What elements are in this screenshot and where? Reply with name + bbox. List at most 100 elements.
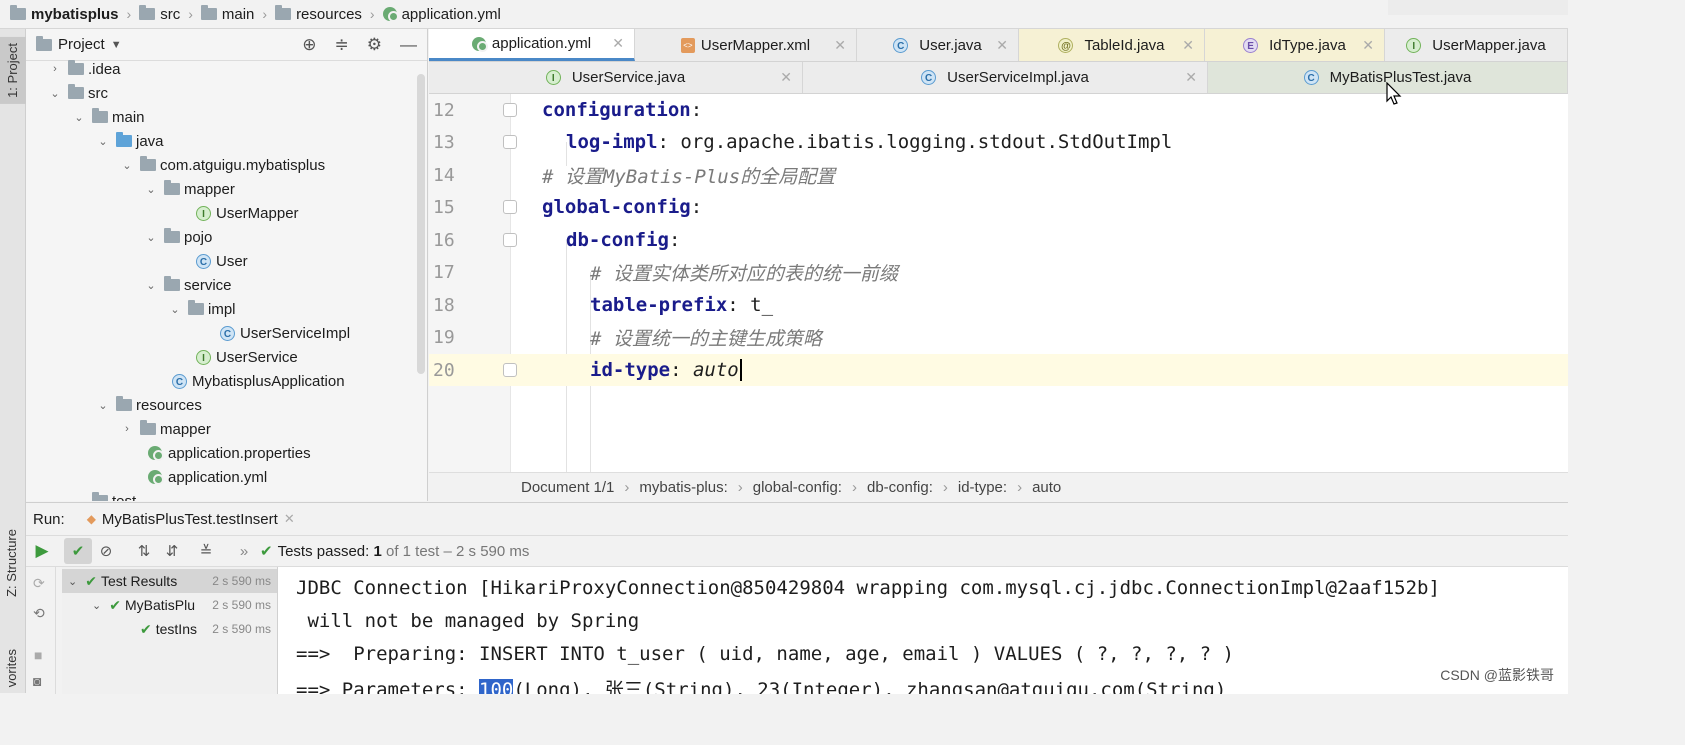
tab-userservice-java[interactable]: I UserService.java ✕ xyxy=(429,62,803,93)
minimize-icon[interactable]: — xyxy=(400,35,417,55)
expand-all-icon[interactable]: ≚ xyxy=(192,538,220,564)
breadcrumb-auto[interactable]: auto xyxy=(1032,479,1061,496)
chevron-down-icon[interactable]: ⌄ xyxy=(92,599,101,612)
tab-idtype-java[interactable]: E IdType.java ✕ xyxy=(1205,29,1385,61)
tree-node-main[interactable]: ⌄ main xyxy=(72,105,145,129)
nav-crumb-file[interactable]: application.yml xyxy=(382,6,501,23)
breadcrumb-document[interactable]: Document 1/1 xyxy=(521,479,614,496)
code-line: 16 db-config: xyxy=(433,229,681,251)
close-icon[interactable]: ✕ xyxy=(780,69,792,86)
run-config-tab[interactable]: ◆ MyBatisPlusTest.testInsert ✕ xyxy=(87,511,295,528)
camera-icon[interactable]: ◙ xyxy=(33,673,41,689)
tree-node-userservice[interactable]: I UserService xyxy=(196,345,298,369)
tree-node-user[interactable]: C User xyxy=(196,249,248,273)
rerun-failed-icon[interactable]: ⟳ xyxy=(33,575,45,592)
chevron-down-icon[interactable]: ⌄ xyxy=(144,231,158,244)
fold-marker-icon[interactable] xyxy=(503,200,517,214)
collapse-all-icon[interactable]: ≑ xyxy=(335,35,349,55)
breadcrumb-id-type[interactable]: id-type: xyxy=(958,479,1007,496)
tree-node-package[interactable]: ⌄ com.atguigu.mybatisplus xyxy=(120,153,325,177)
chevron-down-icon[interactable]: ⌄ xyxy=(72,495,86,502)
tab-user-java[interactable]: C User.java ✕ xyxy=(857,29,1019,61)
chevron-down-icon[interactable]: ▼ xyxy=(111,39,122,51)
project-scrollbar[interactable] xyxy=(417,74,425,374)
breadcrumb-mybatis-plus[interactable]: mybatis-plus: xyxy=(639,479,727,496)
code-editor[interactable]: 12 configuration: 13 log-impl: org.apach… xyxy=(429,94,1568,472)
sort-alphabetically-icon[interactable]: ⇅ xyxy=(130,538,158,564)
nav-crumb-main[interactable]: main xyxy=(200,5,254,23)
tree-node-application-yml[interactable]: application.yml xyxy=(148,465,267,489)
tab-tableid-java[interactable]: @ TableId.java ✕ xyxy=(1019,29,1205,61)
toggle-auto-test-icon[interactable]: ⟲ xyxy=(33,605,45,622)
more-icon[interactable]: » xyxy=(230,538,258,564)
code-line-current: 20 id-type: auto xyxy=(429,354,1568,386)
close-icon[interactable]: ✕ xyxy=(996,37,1008,54)
tree-node-test[interactable]: ⌄test xyxy=(72,489,136,501)
tree-node-usermapper[interactable]: I UserMapper xyxy=(196,201,299,225)
close-icon[interactable]: ✕ xyxy=(1182,37,1194,54)
nav-crumb-resources[interactable]: resources xyxy=(275,5,362,23)
sort-by-duration-icon[interactable]: ⇵ xyxy=(158,538,186,564)
test-results-method[interactable]: ✔ testIns 2 s 590 ms xyxy=(62,617,277,641)
chevron-down-icon[interactable]: ⌄ xyxy=(72,111,86,124)
chevron-down-icon[interactable]: ⌄ xyxy=(96,399,110,412)
navigation-bar: mybatisplus › src › main › resources › a… xyxy=(0,0,1568,29)
structure-tool-tab[interactable]: Z: Structure xyxy=(4,529,19,597)
tab-userserviceimpl-java[interactable]: C UserServiceImpl.java ✕ xyxy=(803,62,1208,93)
test-results-class[interactable]: ⌄ ✔ MyBatisPlu 2 s 590 ms xyxy=(62,593,277,617)
locate-icon[interactable]: ⊕ xyxy=(302,35,316,55)
test-results-root[interactable]: ⌄ ✔ Test Results 2 s 590 ms xyxy=(62,569,277,593)
close-icon[interactable]: ✕ xyxy=(284,511,295,527)
tree-node-userserviceimpl[interactable]: C UserServiceImpl xyxy=(220,321,350,345)
tab-usermapper-xml[interactable]: <> UserMapper.xml ✕ xyxy=(635,29,857,61)
chevron-right-icon[interactable]: › xyxy=(120,423,134,435)
fold-marker-icon[interactable] xyxy=(503,233,517,247)
tree-node-mapper[interactable]: ⌄ mapper xyxy=(144,177,235,201)
show-ignored-icon[interactable]: ⊘ xyxy=(92,538,120,564)
tab-application-yml[interactable]: application.yml ✕ xyxy=(429,29,635,61)
tree-node-application[interactable]: C MybatisplusApplication xyxy=(172,369,345,393)
tree-node-application-properties[interactable]: application.properties xyxy=(148,441,311,465)
project-view-selector[interactable]: Project xyxy=(58,36,105,53)
close-icon[interactable]: ✕ xyxy=(1185,69,1197,86)
tab-usermapper-java[interactable]: I UserMapper.java xyxy=(1385,29,1568,61)
chevron-down-icon[interactable]: ⌄ xyxy=(96,135,110,148)
rerun-icon[interactable]: ▶ xyxy=(28,538,56,564)
fold-marker-icon[interactable] xyxy=(503,363,517,377)
show-passed-icon[interactable]: ✔ xyxy=(64,538,92,564)
console-output[interactable]: JDBC Connection [HikariProxyConnection@8… xyxy=(278,567,1568,694)
tree-node-service[interactable]: ⌄ service xyxy=(144,273,232,297)
close-icon[interactable]: ✕ xyxy=(1362,37,1374,54)
chevron-down-icon[interactable]: ⌄ xyxy=(168,303,182,316)
fold-marker-icon[interactable] xyxy=(503,135,517,149)
chevron-right-icon: › xyxy=(942,479,948,496)
tree-node-java[interactable]: ⌄ java xyxy=(96,129,164,153)
chevron-down-icon[interactable]: ⌄ xyxy=(144,183,158,196)
project-tool-tab[interactable]: 1: Project xyxy=(0,37,26,104)
chevron-right-icon: › xyxy=(851,479,857,496)
chevron-right-icon[interactable]: › xyxy=(48,63,62,75)
gear-icon[interactable]: ⚙ xyxy=(367,35,382,55)
tree-node-resources[interactable]: ⌄ resources xyxy=(96,393,202,417)
close-icon[interactable]: ✕ xyxy=(834,37,846,54)
project-panel: Project ▼ ⊕ ≑ ⚙ — › .idea ⌄ src ⌄ main ⌄ jav… xyxy=(26,29,428,501)
chevron-down-icon[interactable]: ⌄ xyxy=(48,87,62,100)
tree-node-impl[interactable]: ⌄ impl xyxy=(168,297,236,321)
favorites-tool-tab[interactable]: vorites xyxy=(4,649,19,687)
chevron-right-icon: › xyxy=(1017,479,1023,496)
tree-node-pojo[interactable]: ⌄ pojo xyxy=(144,225,212,249)
fold-marker-icon[interactable] xyxy=(503,103,517,117)
breadcrumb-global-config[interactable]: global-config: xyxy=(753,479,842,496)
code-line: 13 log-impl: org.apache.ibatis.logging.s… xyxy=(433,131,1173,153)
chevron-down-icon[interactable]: ⌄ xyxy=(144,279,158,292)
tree-node-src[interactable]: ⌄ src xyxy=(48,81,108,105)
close-icon[interactable]: ✕ xyxy=(612,35,624,52)
tree-node-resources-mapper[interactable]: › mapper xyxy=(120,417,211,441)
nav-crumb-project[interactable]: mybatisplus xyxy=(10,5,119,23)
chevron-down-icon[interactable]: ⌄ xyxy=(120,159,134,172)
chevron-down-icon[interactable]: ⌄ xyxy=(68,575,77,588)
breadcrumb-db-config[interactable]: db-config: xyxy=(867,479,933,496)
stop-icon[interactable]: ■ xyxy=(34,647,42,663)
nav-crumb-src[interactable]: src xyxy=(139,5,180,23)
tree-node-idea[interactable]: › .idea xyxy=(48,57,121,81)
